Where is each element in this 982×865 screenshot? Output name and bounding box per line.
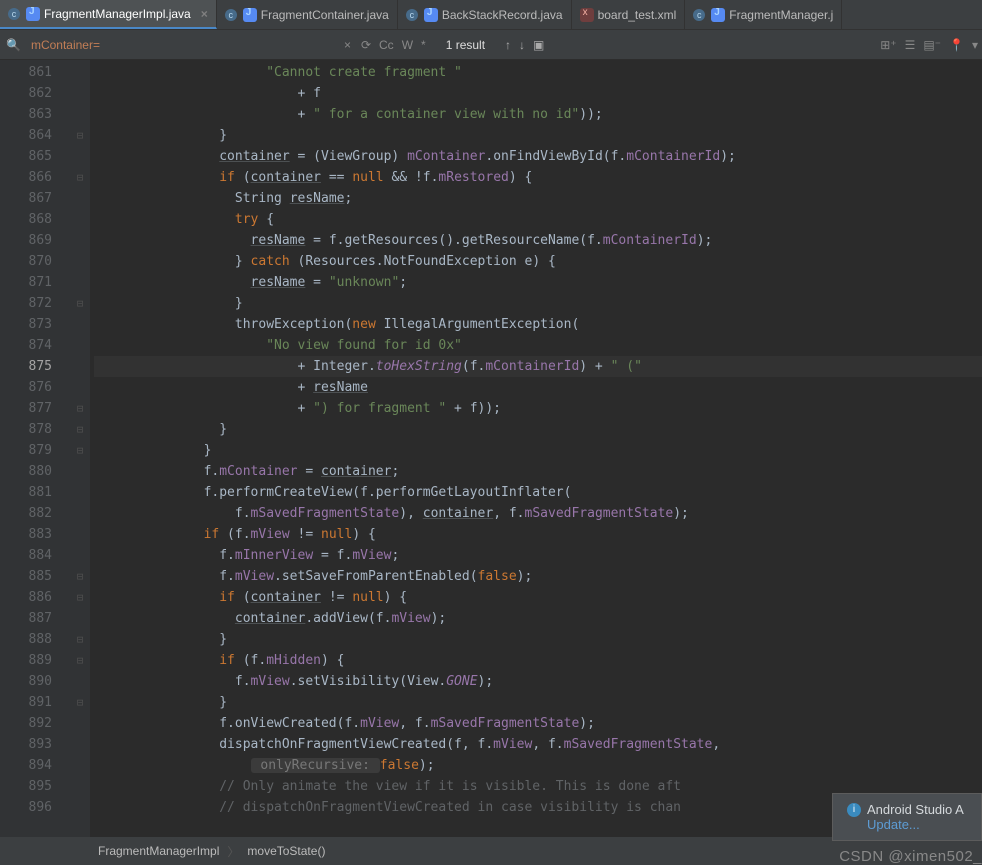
regex-button[interactable]: * (421, 38, 426, 52)
tab-fragmentcontainer-java[interactable]: cFragmentContainer.java (217, 0, 398, 29)
breadcrumb-class[interactable]: FragmentManagerImpl (90, 844, 227, 858)
code-line-885[interactable]: f.mView.setSaveFromParentEnabled(false); (94, 566, 982, 587)
code-line-877[interactable]: + ") for fragment " + f)); (94, 398, 982, 419)
class-badge-icon: c (225, 9, 237, 21)
add-selection-icon[interactable]: ⊞⁺ (880, 38, 896, 52)
remove-occurrence-icon[interactable]: ▤⁻ (923, 38, 941, 52)
class-badge-icon: c (8, 8, 20, 20)
results-count: 1 result (446, 38, 485, 52)
line-gutter[interactable]: 8618628638648658668678688698708718728738… (0, 60, 70, 837)
code-line-882[interactable]: f.mSavedFragmentState), container, f.mSa… (94, 503, 982, 524)
code-line-887[interactable]: container.addView(f.mView); (94, 608, 982, 629)
whole-word-button[interactable]: W (402, 38, 413, 52)
class-badge-icon: c (406, 9, 418, 21)
select-occurrences-icon[interactable]: ☰ (905, 38, 916, 52)
find-bar: 🔍 mContainer= × ⟳ Cc W * 1 result ↑ ↓ ▣ … (0, 30, 982, 60)
code-line-886[interactable]: if (container != null) { (94, 587, 982, 608)
tab-fragmentmanagerimpl-java[interactable]: cFragmentManagerImpl.java× (0, 0, 217, 29)
editor-pane: 8618628638648658668678688698708718728738… (0, 60, 982, 837)
code-line-873[interactable]: throwException(new IllegalArgumentExcept… (94, 314, 982, 335)
history-icon[interactable]: ⟳ (361, 38, 371, 52)
tab-backstackrecord-java[interactable]: cBackStackRecord.java (398, 0, 572, 29)
code-line-892[interactable]: f.onViewCreated(f.mView, f.mSavedFragmen… (94, 713, 982, 734)
breadcrumb-method[interactable]: moveToState() (239, 844, 333, 858)
code-line-870[interactable]: } catch (Resources.NotFoundException e) … (94, 251, 982, 272)
code-line-889[interactable]: if (f.mHidden) { (94, 650, 982, 671)
watermark: CSDN @ximen502_ (839, 848, 982, 865)
code-line-866[interactable]: if (container == null && !f.mRestored) { (94, 167, 982, 188)
code-line-880[interactable]: f.mContainer = container; (94, 461, 982, 482)
pin-icon[interactable]: 📍 (949, 38, 964, 52)
code-line-893[interactable]: dispatchOnFragmentViewCreated(f, f.mView… (94, 734, 982, 755)
code-line-879[interactable]: } (94, 440, 982, 461)
clear-search-icon[interactable]: × (338, 38, 357, 52)
code-area[interactable]: "Cannot create fragment " + f + " for a … (90, 60, 982, 837)
update-notification[interactable]: iAndroid Studio A Update... (832, 793, 982, 841)
code-line-871[interactable]: resName = "unknown"; (94, 272, 982, 293)
code-line-874[interactable]: "No view found for id 0x" (94, 335, 982, 356)
code-line-884[interactable]: f.mInnerView = f.mView; (94, 545, 982, 566)
code-line-872[interactable]: } (94, 293, 982, 314)
java-file-icon (424, 8, 438, 22)
class-badge-icon: c (693, 9, 705, 21)
java-file-icon (711, 8, 725, 22)
prev-match-icon[interactable]: ↑ (505, 38, 511, 52)
match-case-button[interactable]: Cc (379, 38, 394, 52)
tab-board_test-xml[interactable]: board_test.xml (572, 0, 686, 29)
code-line-868[interactable]: try { (94, 209, 982, 230)
breadcrumb-bar: FragmentManagerImpl 〉 moveToState() (0, 837, 982, 865)
fold-gutter[interactable]: ⊟⊟⊟⊟⊟⊟⊟⊟⊟⊟⊟ (70, 60, 90, 837)
code-line-863[interactable]: + " for a container view with no id")); (94, 104, 982, 125)
code-line-876[interactable]: + resName (94, 377, 982, 398)
search-icon[interactable]: 🔍 (6, 38, 21, 52)
code-line-862[interactable]: + f (94, 83, 982, 104)
xml-file-icon (580, 8, 594, 22)
close-tab-icon[interactable]: × (201, 7, 208, 21)
java-file-icon (26, 7, 40, 21)
select-all-icon[interactable]: ▣ (533, 38, 544, 52)
code-line-864[interactable]: } (94, 125, 982, 146)
code-line-881[interactable]: f.performCreateView(f.performGetLayoutIn… (94, 482, 982, 503)
update-link[interactable]: Update... (867, 817, 967, 832)
code-line-861[interactable]: "Cannot create fragment " (94, 62, 982, 83)
find-input[interactable]: mContainer= × (27, 38, 357, 52)
code-line-891[interactable]: } (94, 692, 982, 713)
code-line-875[interactable]: + Integer.toHexString(f.mContainerId) + … (94, 356, 982, 377)
code-line-883[interactable]: if (f.mView != null) { (94, 524, 982, 545)
tab-fragmentmanager-j[interactable]: cFragmentManager.j (685, 0, 842, 29)
java-file-icon (243, 8, 257, 22)
code-line-894[interactable]: onlyRecursive: false); (94, 755, 982, 776)
code-line-890[interactable]: f.mView.setVisibility(View.GONE); (94, 671, 982, 692)
code-line-867[interactable]: String resName; (94, 188, 982, 209)
code-line-869[interactable]: resName = f.getResources().getResourceNa… (94, 230, 982, 251)
next-match-icon[interactable]: ↓ (519, 38, 525, 52)
filter-icon[interactable]: ▾ (972, 38, 978, 52)
info-icon: i (847, 803, 861, 817)
editor-tabs: cFragmentManagerImpl.java×cFragmentConta… (0, 0, 982, 30)
code-line-888[interactable]: } (94, 629, 982, 650)
code-line-878[interactable]: } (94, 419, 982, 440)
code-line-865[interactable]: container = (ViewGroup) mContainer.onFin… (94, 146, 982, 167)
